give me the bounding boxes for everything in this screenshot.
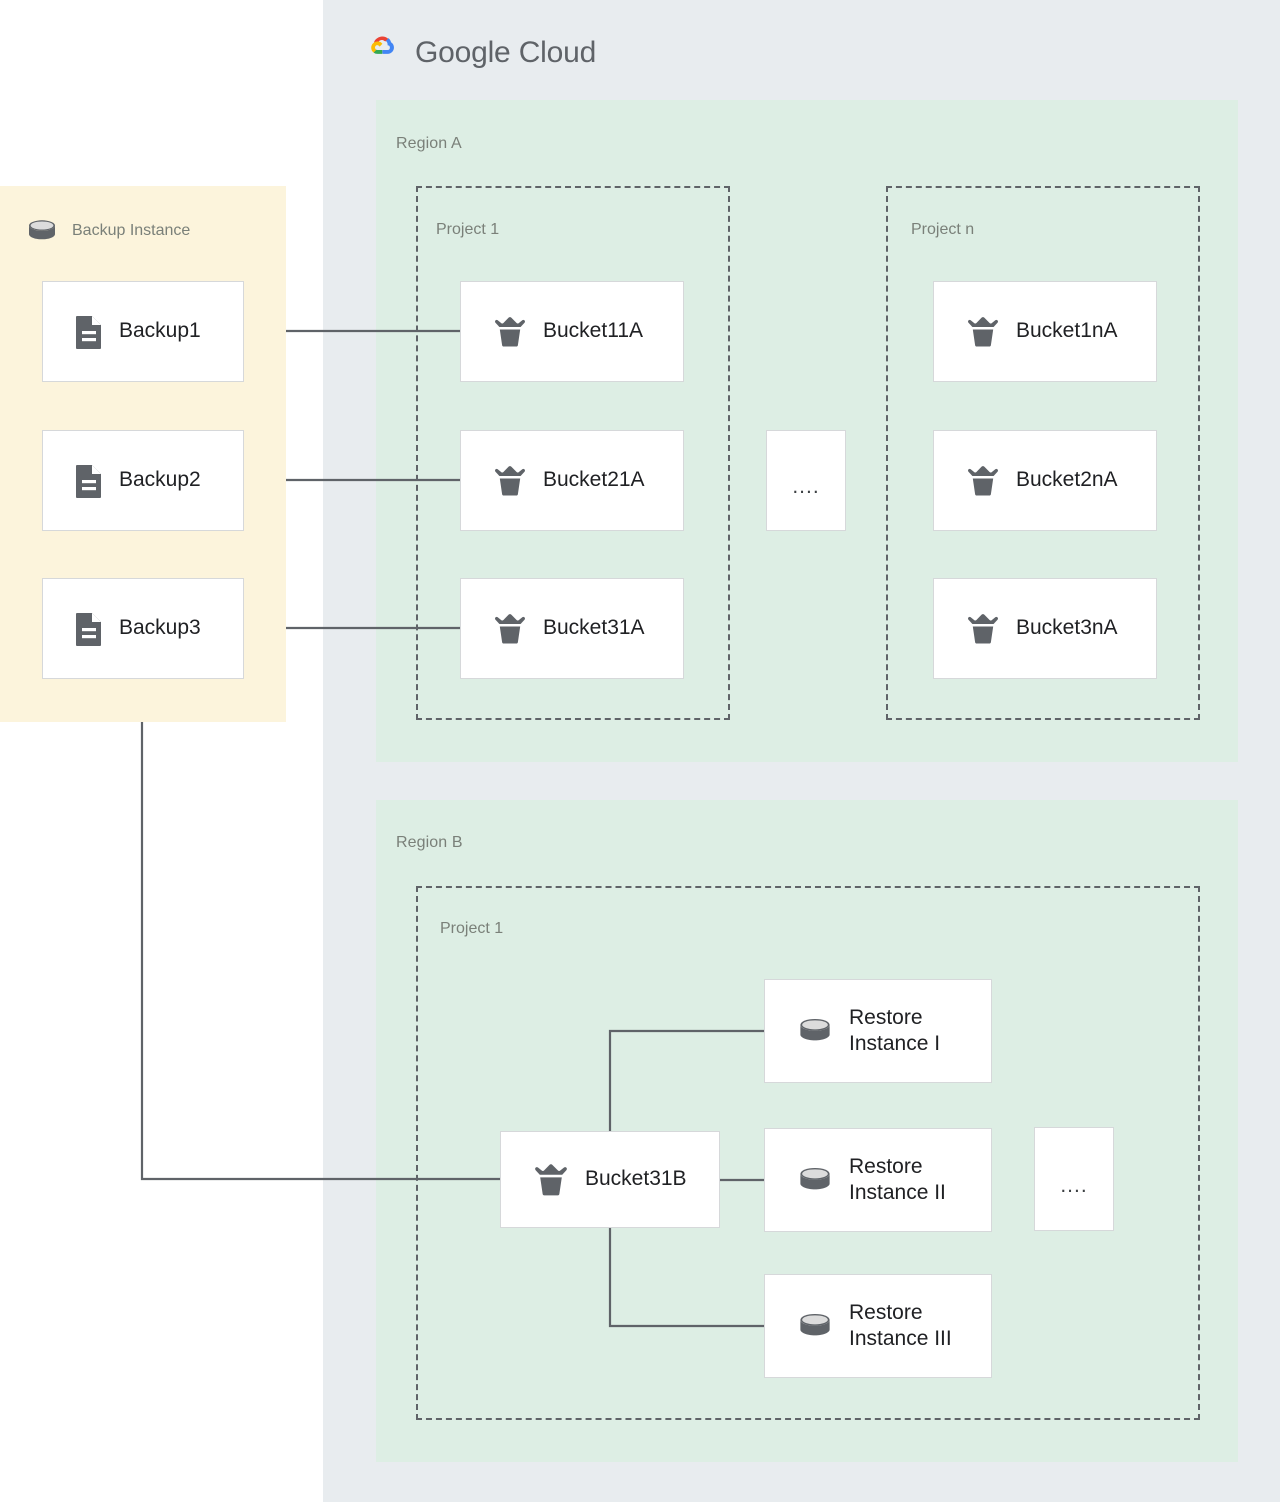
- region-a-label: Region A: [396, 135, 462, 152]
- storage-bucket-icon: [966, 465, 1000, 497]
- node-bucket3na-label: Bucket3nA: [1016, 616, 1118, 640]
- storage-bucket-icon: [533, 1163, 569, 1197]
- node-bucket21a-label: Bucket21A: [543, 468, 645, 492]
- node-restore-instance-2[interactable]: Restore Instance II: [764, 1128, 992, 1232]
- node-bucket2na-label: Bucket2nA: [1016, 468, 1118, 492]
- ellipsis-region-a-label: ....: [792, 475, 820, 499]
- node-backup2[interactable]: Backup2: [42, 430, 244, 531]
- storage-bucket-icon: [493, 465, 527, 497]
- storage-bucket-icon: [493, 613, 527, 645]
- database-cylinder-icon: [797, 1165, 833, 1195]
- storage-bucket-icon: [966, 613, 1000, 645]
- node-bucket1na[interactable]: Bucket1nA: [933, 281, 1157, 382]
- database-cylinder-icon: [797, 1016, 833, 1046]
- node-restore-instance-1-label: Restore Instance I: [849, 1005, 941, 1055]
- brand-cloud: Cloud: [518, 35, 597, 69]
- google-cloud-brand: Google Cloud: [358, 28, 596, 77]
- brand-google: Google: [415, 35, 511, 69]
- node-bucket11a-label: Bucket11A: [543, 319, 644, 343]
- node-bucket31b[interactable]: Bucket31B: [500, 1131, 720, 1228]
- node-restore-instance-2-label: Restore Instance II: [849, 1154, 946, 1204]
- project-1-region-a-label: Project 1: [436, 221, 500, 238]
- node-backup2-label: Backup2: [119, 468, 201, 492]
- node-bucket31a-label: Bucket31A: [543, 616, 645, 640]
- node-bucket2na[interactable]: Bucket2nA: [933, 430, 1157, 531]
- storage-bucket-icon: [966, 316, 1000, 348]
- node-restore-instance-3[interactable]: Restore Instance III: [764, 1274, 992, 1378]
- node-ellipsis-region-a: ....: [766, 430, 846, 531]
- node-bucket21a[interactable]: Bucket21A: [460, 430, 684, 531]
- node-restore-instance-3-label: Restore Instance III: [849, 1300, 952, 1350]
- database-cylinder-icon: [797, 1311, 833, 1341]
- storage-bucket-icon: [493, 316, 527, 348]
- project-n-region-a-label: Project n: [911, 221, 975, 238]
- node-restore-instance-1[interactable]: Restore Instance I: [764, 979, 992, 1083]
- database-cylinder-icon: [26, 218, 58, 244]
- document-icon: [75, 612, 103, 646]
- node-bucket11a[interactable]: Bucket11A: [460, 281, 684, 382]
- google-cloud-wordmark: Google Cloud: [415, 36, 596, 70]
- node-bucket3na[interactable]: Bucket3nA: [933, 578, 1157, 679]
- node-bucket31a[interactable]: Bucket31A: [460, 578, 684, 679]
- ellipsis-region-b-label: ....: [1060, 1173, 1088, 1197]
- document-icon: [75, 464, 103, 498]
- project-1-region-b-label: Project 1: [440, 920, 504, 937]
- node-backup3-label: Backup3: [119, 616, 201, 640]
- node-backup3[interactable]: Backup3: [42, 578, 244, 679]
- document-icon: [75, 315, 103, 349]
- node-ellipsis-region-b: ....: [1034, 1127, 1114, 1231]
- diagram-canvas: Google Cloud Region A Project 1 Project …: [0, 0, 1280, 1502]
- backup-instance-title: Backup Instance: [72, 222, 191, 239]
- google-cloud-logo-icon: [358, 28, 402, 77]
- region-b-label: Region B: [396, 834, 463, 851]
- node-backup1-label: Backup1: [119, 319, 201, 343]
- node-bucket31b-label: Bucket31B: [585, 1167, 687, 1191]
- node-bucket1na-label: Bucket1nA: [1016, 319, 1118, 343]
- backup-instance-header: Backup Instance: [26, 218, 190, 244]
- node-backup1[interactable]: Backup1: [42, 281, 244, 382]
